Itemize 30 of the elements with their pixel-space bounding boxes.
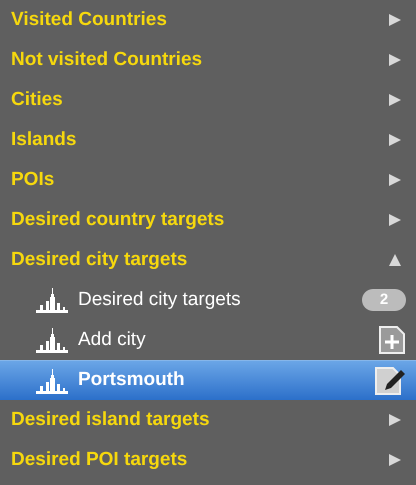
expand-triangle-icon[interactable] [388,213,402,227]
expand-triangle-icon[interactable] [388,413,402,427]
expand-triangle-icon[interactable] [388,453,402,467]
city-skyline-icon [36,326,68,354]
expand-triangle-icon[interactable] [388,13,402,27]
group-label[interactable]: Desired country targets [11,206,224,234]
city-skyline-icon [36,366,68,394]
edit-document-icon[interactable] [374,366,406,396]
add-document-icon[interactable] [378,325,406,355]
expand-triangle-icon[interactable] [388,53,402,67]
group-label[interactable]: Islands [11,126,76,154]
group-label[interactable]: Desired island targets [11,406,210,434]
item-label: Desired city targets [78,288,242,312]
group-label[interactable]: Desired city targets [11,246,188,274]
expand-triangle-icon[interactable] [388,133,402,147]
list-row[interactable]: Add city [0,320,416,360]
selected-list-row[interactable]: Portsmouth [0,360,416,400]
group-label[interactable]: POIs [11,166,54,194]
item-label: Portsmouth [78,368,186,392]
count-badge: 2 [362,289,406,311]
group-label[interactable]: Cities [11,86,63,114]
expand-triangle-icon[interactable] [388,173,402,187]
item-label: Add city [78,328,147,352]
list-row[interactable]: Desired city targets 2 [0,280,416,320]
expand-triangle-icon[interactable] [388,93,402,107]
group-label[interactable]: Not visited Countries [11,46,202,74]
group-label[interactable]: Desired POI targets [11,446,188,474]
city-skyline-icon [36,286,68,314]
collapse-triangle-icon[interactable] [388,253,402,267]
group-label[interactable]: Visited Countries [11,6,167,34]
